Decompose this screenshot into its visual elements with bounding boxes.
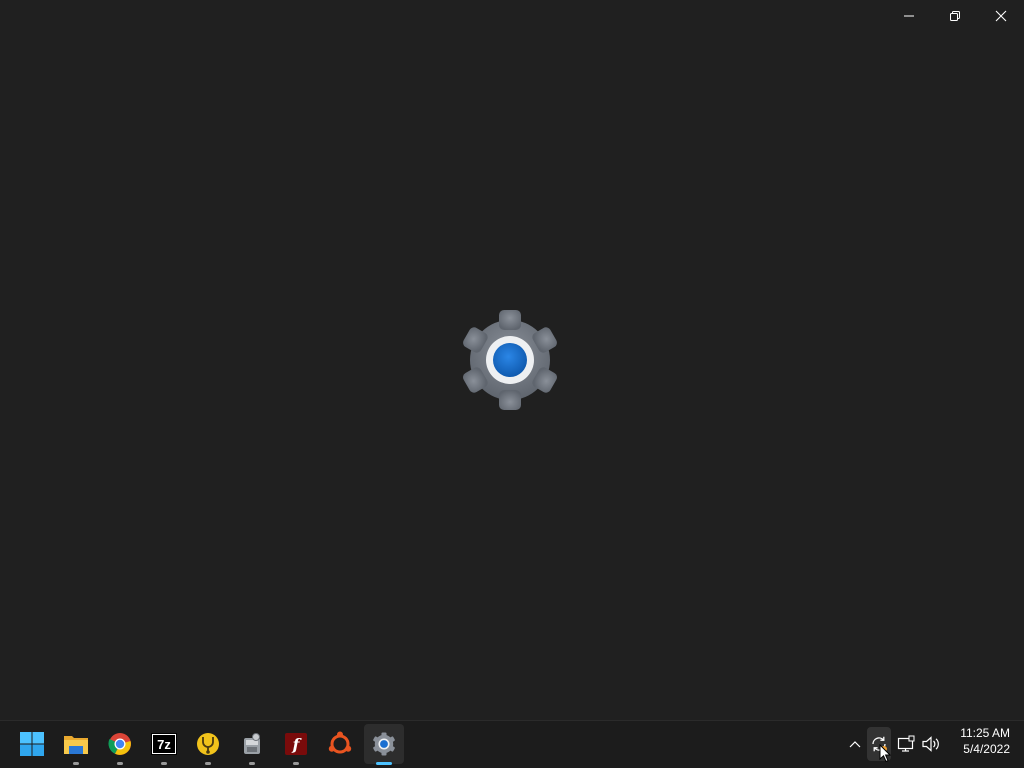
taskbar-app-file-explorer[interactable] (56, 724, 96, 765)
network-tray-button[interactable] (895, 733, 917, 755)
taskbar-app-stethoscope[interactable] (188, 724, 228, 765)
running-indicator (161, 762, 167, 765)
window-caption-buttons (886, 0, 1024, 32)
settings-gear-icon (373, 732, 395, 756)
network-icon (897, 735, 915, 752)
stethoscope-icon (197, 733, 219, 755)
settings-gear-icon (458, 308, 562, 412)
running-indicator (205, 762, 211, 765)
chrome-icon (108, 733, 131, 755)
taskbar-app-ubuntu[interactable] (320, 724, 360, 764)
volume-icon (922, 736, 939, 752)
utility-icon (244, 733, 260, 754)
running-indicator (293, 762, 299, 765)
minimize-button[interactable] (886, 0, 932, 32)
mouse-cursor-icon (879, 744, 891, 763)
clock-time: 11:25 AM (960, 726, 1010, 740)
folder-icon (64, 736, 88, 754)
taskbar-clock[interactable]: 11:25 AM 5/4/2022 (950, 725, 1010, 757)
show-hidden-icons-button[interactable] (844, 733, 866, 755)
minimize-icon (904, 15, 914, 17)
restore-button[interactable] (932, 0, 978, 32)
flash-icon: f (285, 733, 307, 755)
taskbar: 7z f 11:25 AM 5/4/2022 (0, 720, 1024, 768)
close-icon (995, 10, 1007, 22)
running-indicator (73, 762, 79, 765)
restore-icon (950, 11, 960, 21)
active-indicator (376, 762, 392, 765)
chevron-up-icon (849, 741, 861, 748)
start-button[interactable] (12, 724, 52, 764)
taskbar-app-flash[interactable]: f (276, 724, 316, 765)
7zip-icon: 7z (151, 733, 177, 755)
settings-splash-window: 7z f 11:25 AM 5/4/2022 (0, 0, 1024, 768)
volume-tray-button[interactable] (920, 733, 942, 755)
ubuntu-icon (328, 731, 352, 754)
close-button[interactable] (978, 0, 1024, 32)
svg-text:7z: 7z (157, 737, 171, 752)
taskbar-app-settings[interactable] (364, 724, 404, 765)
taskbar-app-7zip[interactable]: 7z (144, 724, 184, 765)
running-indicator (249, 762, 255, 765)
clock-date: 5/4/2022 (963, 742, 1010, 756)
windows-start-icon (20, 732, 44, 756)
taskbar-app-utility[interactable] (232, 724, 272, 765)
running-indicator (117, 762, 123, 765)
taskbar-app-chrome[interactable] (100, 724, 140, 765)
